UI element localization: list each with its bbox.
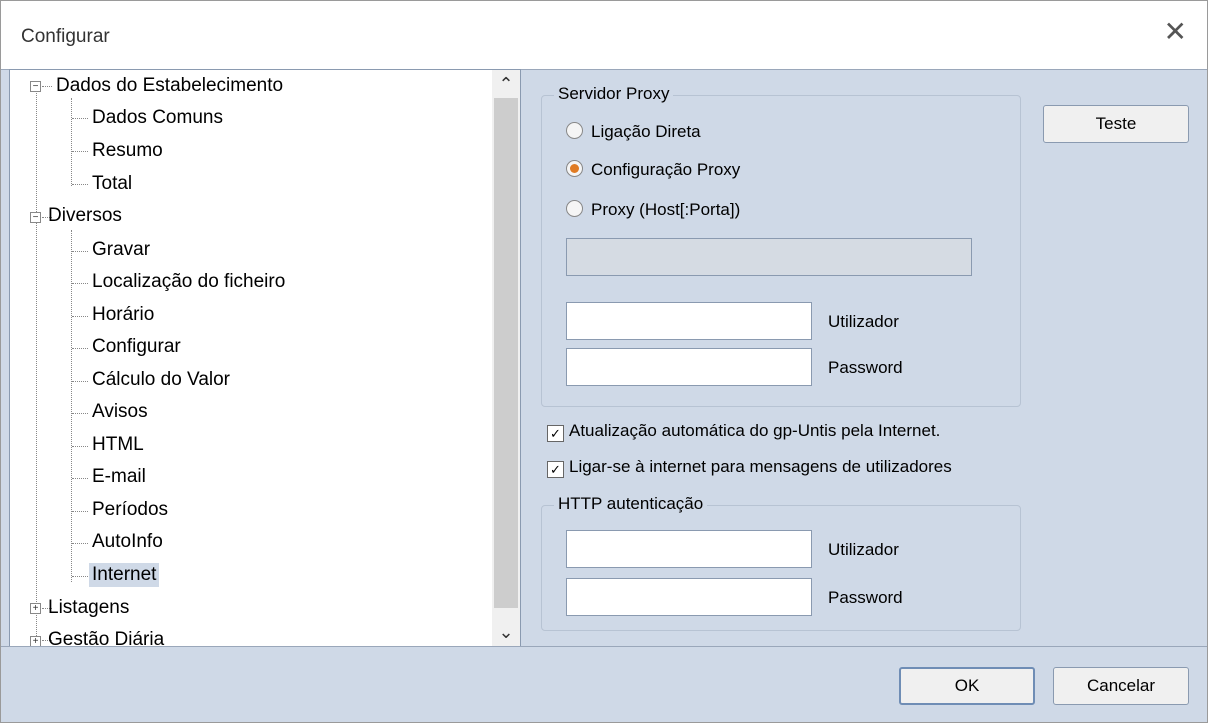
tree-group-gestao-diaria[interactable]: Gestão Diária xyxy=(48,628,164,646)
tree-item-email[interactable]: E-mail xyxy=(92,465,146,489)
tree-group-listagens[interactable]: Listagens xyxy=(48,596,129,620)
ok-button[interactable]: OK xyxy=(899,667,1035,705)
tree-item-avisos[interactable]: Avisos xyxy=(92,400,148,424)
http-auth-group: HTTP autenticação Utilizador Password xyxy=(541,494,1021,631)
http-user-label: Utilizador xyxy=(828,540,899,559)
proxy-user-input[interactable] xyxy=(566,302,812,340)
checkbox-auto-update[interactable]: ✓ Atualização automática do gp-Untis pela… xyxy=(547,421,940,442)
expand-icon[interactable]: + xyxy=(30,603,41,614)
tree-item-internet[interactable]: Internet xyxy=(89,563,160,587)
tree-scrollbar[interactable]: ⌃ ⌄ xyxy=(492,70,520,646)
http-legend: HTTP autenticação xyxy=(554,494,708,514)
http-user-input[interactable] xyxy=(566,530,812,568)
http-password-label: Password xyxy=(828,588,903,607)
checkbox-user-messages[interactable]: ✓ Ligar-se à internet para mensagens de u… xyxy=(547,457,952,478)
tree-group-diversos[interactable]: Diversos xyxy=(48,204,122,228)
tree-item-dados-comuns[interactable]: Dados Comuns xyxy=(92,106,223,130)
tree-item-gravar[interactable]: Gravar xyxy=(92,238,150,262)
tree-item-resumo[interactable]: Resumo xyxy=(92,139,163,163)
scrollbar-thumb[interactable] xyxy=(494,98,518,608)
proxy-user-label: Utilizador xyxy=(828,312,899,331)
tree-item-total[interactable]: Total xyxy=(92,172,132,196)
collapse-icon[interactable]: − xyxy=(30,212,41,223)
tree-item-calculo-valor[interactable]: Cálculo do Valor xyxy=(92,368,230,392)
cancel-button[interactable]: Cancelar xyxy=(1053,667,1189,705)
configure-dialog: Configurar ✕ − Dados do Estabelecimento … xyxy=(0,0,1208,723)
close-icon[interactable]: ✕ xyxy=(1164,17,1187,47)
collapse-icon[interactable]: − xyxy=(30,81,41,92)
tree-item-periodos[interactable]: Períodos xyxy=(92,498,168,522)
dialog-footer: OK Cancelar xyxy=(1,646,1207,723)
tree-item-horario[interactable]: Horário xyxy=(92,303,154,327)
proxy-password-input[interactable] xyxy=(566,348,812,386)
chevron-down-icon[interactable]: ⌄ xyxy=(492,618,520,646)
http-password-input[interactable] xyxy=(566,578,812,616)
radio-proxy-host[interactable]: Proxy (Host[:Porta]) xyxy=(566,200,740,220)
window-title: Configurar xyxy=(21,26,110,47)
tree-group-dados-estabelecimento[interactable]: Dados do Estabelecimento xyxy=(56,74,283,98)
title-bar: Configurar ✕ xyxy=(1,1,1207,70)
settings-tree: − Dados do Estabelecimento Dados Comuns … xyxy=(9,69,521,647)
proxy-host-input[interactable] xyxy=(566,238,972,276)
tree-item-localizacao[interactable]: Localização do ficheiro xyxy=(92,270,285,294)
tree-item-html[interactable]: HTML xyxy=(92,433,144,457)
chevron-up-icon[interactable]: ⌃ xyxy=(492,70,520,98)
test-button[interactable]: Teste xyxy=(1043,105,1189,143)
proxy-legend: Servidor Proxy xyxy=(554,84,674,104)
proxy-group: Servidor Proxy Ligação Direta Configuraç… xyxy=(541,84,1021,407)
proxy-password-label: Password xyxy=(828,358,903,377)
tree-item-configurar[interactable]: Configurar xyxy=(92,335,181,359)
radio-configuracao-proxy[interactable]: Configuração Proxy xyxy=(566,160,740,180)
radio-ligacao-direta[interactable]: Ligação Direta xyxy=(566,122,701,142)
tree-item-autoinfo[interactable]: AutoInfo xyxy=(92,530,163,554)
